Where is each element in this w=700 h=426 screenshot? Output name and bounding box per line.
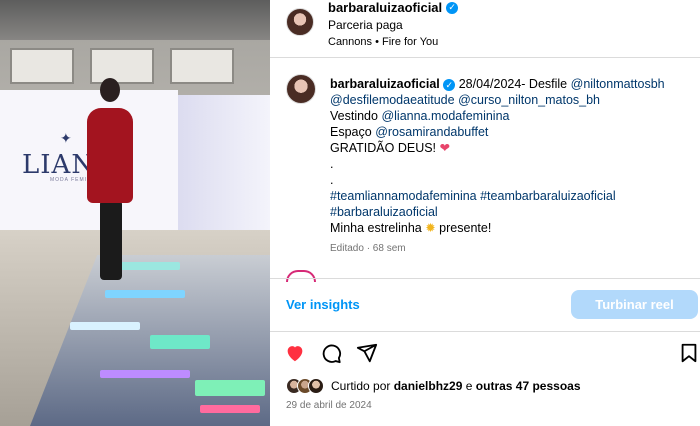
liker-avatar	[308, 378, 324, 394]
comment-icon[interactable]	[320, 342, 342, 364]
runway-light	[200, 405, 260, 413]
username-text[interactable]: barbaraluizaoficial	[328, 0, 442, 15]
mention-link[interactable]: @desfilemodaeatitude	[330, 93, 455, 107]
caption-username[interactable]: barbaraluizaoficial	[330, 77, 440, 91]
led-screen	[178, 95, 270, 235]
author-username[interactable]: barbaraluizaoficial ✓	[328, 0, 459, 15]
post-header: barbaraluizaoficial ✓ Parceria paga Cann…	[270, 0, 700, 58]
window	[170, 48, 234, 84]
caption-text: barbaraluizaoficial ✓ 28/04/2024- Desfil…	[330, 76, 688, 236]
hashtag-link[interactable]: #teamliannamodafeminina	[330, 189, 477, 203]
paid-partnership-label[interactable]: Parceria paga	[328, 18, 403, 32]
audio-track-link[interactable]: Cannons • Fire for You	[328, 36, 438, 48]
heart-emoji-icon: ❤	[439, 141, 450, 155]
others-count[interactable]: outras 47 pessoas	[476, 379, 581, 393]
mention-link[interactable]: @niltonmattosbh	[571, 77, 665, 91]
dot-line: .	[330, 157, 334, 171]
mention-link[interactable]: @lianna.modafeminina	[381, 109, 509, 123]
caption-section: barbaraluizaoficial ✓ 28/04/2024- Desfil…	[270, 58, 700, 276]
espaco-label: Espaço	[330, 125, 372, 139]
hashtag-link[interactable]: #teambarbaraluizaoficial	[480, 189, 616, 203]
runway-light	[195, 380, 265, 396]
closing-text: Minha estrelinha	[330, 221, 422, 235]
runway-light	[100, 370, 190, 378]
verified-badge-icon: ✓	[446, 1, 459, 14]
heart-filled-icon[interactable]	[284, 342, 306, 364]
avatar[interactable]	[286, 8, 314, 36]
vestindo-label: Vestindo	[330, 109, 378, 123]
bookmark-icon[interactable]	[678, 342, 700, 364]
model-head	[100, 78, 120, 102]
verified-badge-icon: ✓	[443, 79, 456, 91]
sparkle-icon: ✦	[60, 130, 72, 146]
liked-by-text: Curtido por danielbhz29 e outras 47 pess…	[331, 379, 581, 393]
mention-link[interactable]: @rosamirandabuffet	[375, 125, 488, 139]
share-icon[interactable]	[356, 342, 378, 364]
caption-meta: Editado · 68 sem	[330, 243, 406, 254]
mention-link[interactable]: @curso_nilton_matos_bh	[458, 93, 600, 107]
dot-line: .	[330, 173, 334, 187]
caption-date-text: 28/04/2024- Desfile	[458, 77, 568, 91]
action-bar	[270, 338, 700, 368]
reel-video[interactable]: ✦ LIANN MODA FEMININA	[0, 0, 270, 426]
model-legs	[100, 200, 122, 280]
post-panel: barbaraluizaoficial ✓ Parceria paga Cann…	[270, 0, 700, 426]
gratidao-text: GRATIDÃO DEUS!	[330, 141, 437, 155]
model-dress	[87, 108, 133, 203]
closing-text-end: presente!	[439, 221, 492, 235]
view-insights-link[interactable]: Ver insights	[286, 297, 360, 312]
liker-username[interactable]: danielbhz29	[394, 379, 463, 393]
window	[90, 48, 154, 84]
runway-light	[105, 290, 185, 298]
liked-by-prefix: Curtido por	[331, 379, 391, 393]
liked-by-row[interactable]: Curtido por danielbhz29 e outras 47 pess…	[286, 376, 581, 396]
post-date[interactable]: 29 de abril de 2024	[286, 400, 372, 411]
boost-reel-button[interactable]: Turbinar reel	[571, 290, 698, 319]
star-emoji-icon: ✹	[425, 221, 436, 235]
runway-light	[150, 335, 210, 349]
insights-bar: Ver insights Turbinar reel	[270, 278, 700, 332]
avatar[interactable]	[286, 74, 316, 104]
hashtag-link[interactable]: #barbaraluizaoficial	[330, 205, 438, 219]
video-frame: ✦ LIANN MODA FEMININA	[0, 0, 270, 426]
liked-by-middle: e	[465, 379, 473, 393]
runway-light	[120, 262, 180, 270]
window	[10, 48, 74, 84]
runway-light	[70, 322, 140, 330]
